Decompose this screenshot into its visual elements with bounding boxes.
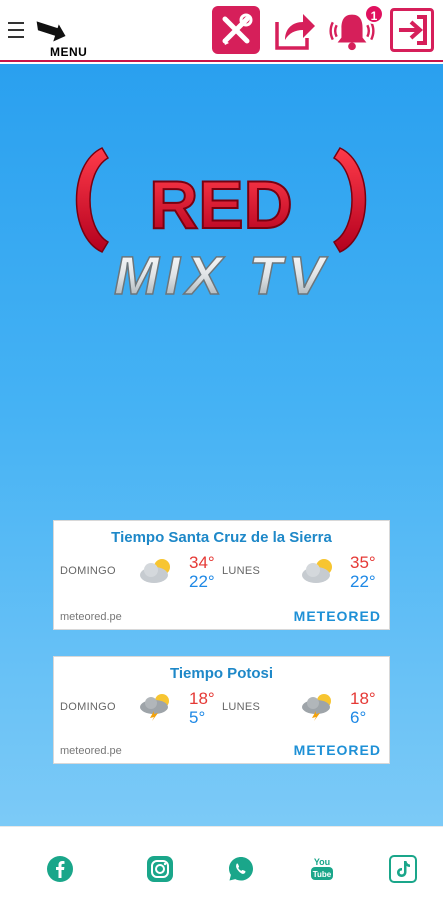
youtube-icon[interactable]: You Tube [308, 855, 336, 883]
storm-icon [302, 694, 331, 721]
weather-day: LUNES [222, 565, 261, 577]
weather-forecast-row: DOMINGO 18° 5° LUNES 18° 6° [54, 685, 389, 733]
weather-high-temp: 34° [189, 553, 215, 572]
weather-low-temp: 22° [350, 572, 376, 591]
weather-day: DOMINGO [60, 565, 116, 577]
exit-icon [399, 15, 427, 45]
top-bar: MENU 1 [0, 0, 443, 62]
meteored-logo[interactable]: METEORED [294, 742, 381, 758]
tools-icon [222, 13, 253, 45]
weather-source-link[interactable]: meteored.pe [60, 611, 122, 623]
weather-source-link[interactable]: meteored.pe [60, 745, 122, 757]
svg-text:Tube: Tube [313, 870, 332, 879]
instagram-icon[interactable] [146, 855, 174, 883]
svg-text:MIX TV: MIX TV [114, 246, 330, 304]
weather-title: Tiempo Santa Cruz de la Sierra [111, 529, 332, 546]
facebook-icon[interactable] [46, 855, 74, 883]
weather-low-temp: 5° [189, 708, 206, 727]
partly-cloudy-icon [140, 559, 170, 583]
weather-widget-potosi[interactable]: Tiempo Potosi DOMINGO 18° 5° LUNES 18° 6… [53, 656, 390, 764]
logout-button[interactable] [390, 8, 434, 52]
weather-forecast-row: DOMINGO 34° 22° LUNES 35° 22° [54, 549, 389, 597]
red-mix-tv-logo: RED MIX TV [75, 147, 367, 304]
weather-high-temp: 18° [189, 689, 215, 708]
notification-badge: 1 [364, 4, 384, 24]
weather-low-temp: 22° [189, 572, 215, 591]
share-button[interactable] [270, 6, 318, 54]
weather-widget-santa-cruz[interactable]: Tiempo Santa Cruz de la Sierra DOMINGO 3… [53, 520, 390, 630]
tiktok-icon[interactable] [389, 855, 417, 883]
weather-high-temp: 35° [350, 553, 376, 572]
weather-low-temp: 6° [350, 708, 367, 727]
hamburger-menu-icon[interactable] [8, 22, 24, 40]
menu-label[interactable]: MENU [50, 45, 87, 59]
weather-high-temp: 18° [350, 689, 376, 708]
partly-cloudy-icon [302, 559, 332, 583]
svg-text:RED: RED [149, 167, 293, 243]
weather-title: Tiempo Potosi [169, 665, 274, 682]
share-icon [275, 14, 315, 50]
weather-day: DOMINGO [60, 701, 116, 713]
menu-arrow-icon [36, 21, 66, 42]
weather-day: LUNES [222, 701, 261, 713]
meteored-logo[interactable]: METEORED [294, 608, 381, 624]
svg-text:You: You [314, 857, 330, 867]
main-content: RED MIX TV Tiempo Santa Cruz de la Sierr… [0, 64, 443, 826]
storm-icon [140, 694, 169, 721]
tools-button[interactable] [212, 6, 260, 54]
social-bottom-bar: You Tube [0, 826, 443, 900]
whatsapp-icon[interactable] [227, 855, 255, 883]
